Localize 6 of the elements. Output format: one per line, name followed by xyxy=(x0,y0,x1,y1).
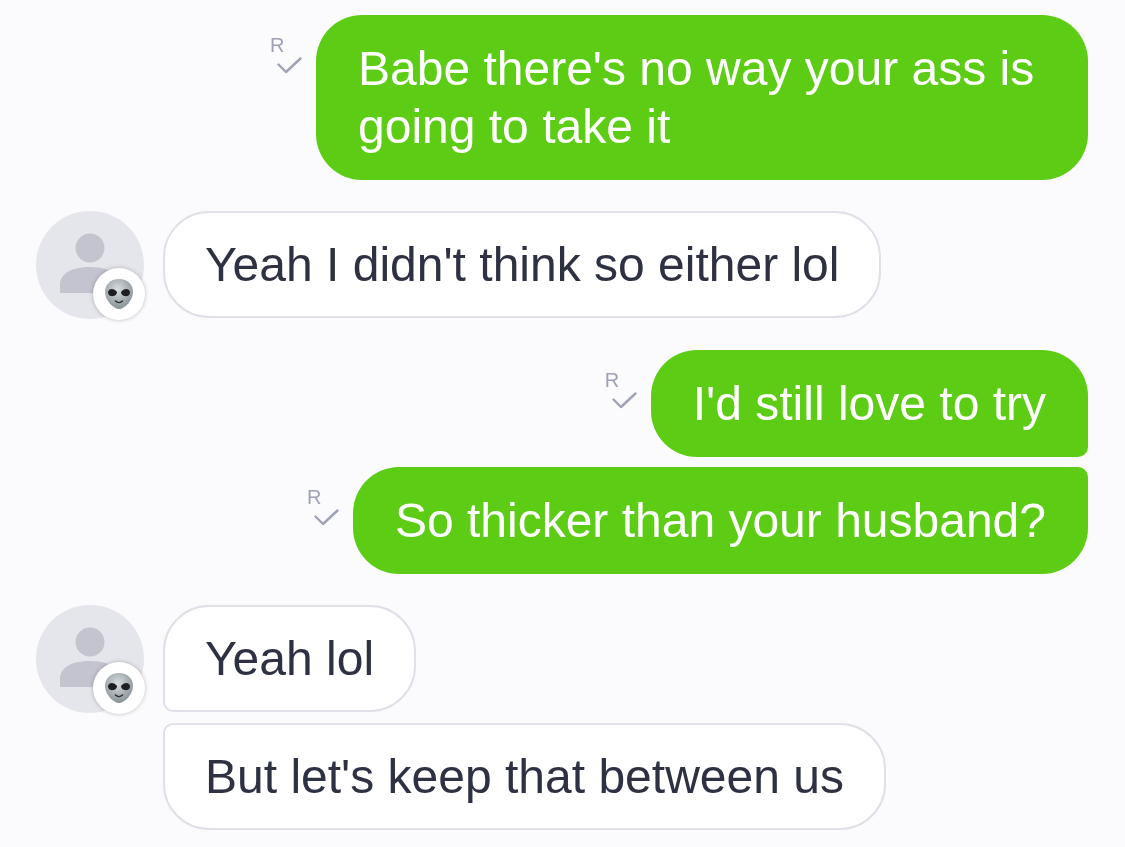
received-message-bubble: But let's keep that between us xyxy=(163,723,886,830)
sent-message-bubble: Babe there's no way your ass is going to take it xyxy=(316,15,1088,180)
sent-message-bubble: So thicker than your husband? xyxy=(352,467,1088,574)
sent-message-bubble: I'd still love to try xyxy=(650,350,1088,457)
received-message-bubble: Yeah I didn't think so either lol xyxy=(163,211,882,318)
received-message-bubble: Yeah lol xyxy=(163,605,417,712)
